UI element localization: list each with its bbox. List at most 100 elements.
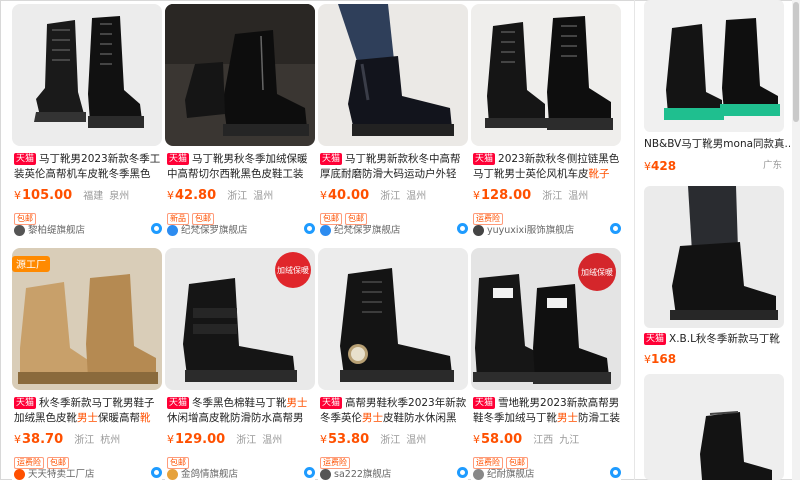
price-value: 40.00	[328, 188, 370, 203]
product-card[interactable]: 天猫 高帮男鞋秋季2023年新款冬季英伦男士皮鞋防水休闲黑 ¥53.80 浙江 温州…	[318, 248, 468, 480]
wangwang-chat-icon[interactable]	[304, 467, 315, 478]
scrollbar-thumb[interactable]	[793, 2, 799, 122]
service-tags: 运费险	[473, 206, 506, 225]
title-text: 休闲增高皮靴防滑防水高帮男	[167, 412, 304, 424]
boot-photo-black-lace	[12, 4, 162, 146]
product-title[interactable]: 天猫 秋冬季新款马丁靴男鞋子加绒黑色皮靴男士保暖高帮靴	[14, 396, 162, 426]
side-product-image[interactable]	[644, 186, 784, 328]
shop-name[interactable]: 金鸽情旗舰店	[181, 466, 238, 480]
wangwang-chat-icon[interactable]	[610, 467, 621, 478]
product-card[interactable]: 加绒保暖 天猫 雪地靴男2023新款高帮男鞋冬季加绒马丁靴男士防滑工装 ¥58.0…	[471, 248, 621, 480]
side-price: ¥168	[644, 352, 676, 366]
price-value: 128.00	[481, 188, 532, 203]
product-card[interactable]: 天猫 马丁靴男新款秋冬中高帮厚底耐磨防滑大码运动户外轻 ¥40.00 浙江 温州 包…	[318, 4, 468, 240]
side-price: ¥428	[644, 159, 676, 173]
price-value: 58.00	[481, 432, 523, 447]
price-value: 53.80	[328, 432, 370, 447]
shop-name[interactable]: 纪梵保罗旗舰店	[181, 222, 248, 236]
product-title[interactable]: 天猫 马丁靴男新款秋冬中高帮厚底耐磨防滑大码运动户外轻	[320, 152, 468, 182]
product-image[interactable]	[318, 4, 468, 146]
side-location: 广东	[762, 160, 782, 171]
shop-name[interactable]: 黎柏缇旗舰店	[28, 222, 85, 236]
wangwang-chat-icon[interactable]	[304, 223, 315, 234]
currency-symbol: ¥	[644, 160, 651, 173]
shop-row[interactable]: 纪耐旗舰店	[473, 466, 621, 480]
product-image[interactable]: 加绒保暖	[165, 248, 315, 390]
product-title[interactable]: 天猫 2023新款秋冬侧拉链黑色马丁靴男士英伦风机车皮靴子	[473, 152, 621, 182]
shop-name[interactable]: yuyuxixi服饰旗舰店	[487, 222, 574, 236]
wangwang-chat-icon[interactable]	[610, 223, 621, 234]
currency-symbol: ¥	[473, 433, 480, 446]
shop-row[interactable]: sa222旗舰店	[320, 466, 468, 480]
currency-symbol: ¥	[167, 189, 174, 202]
product-image[interactable]: 源工厂	[12, 248, 162, 390]
city: 九江	[559, 435, 580, 446]
boot-photo-chelsea-jeans	[318, 4, 468, 146]
product-title[interactable]: 天猫 冬季黑色棉鞋马丁靴男士休闲增高皮靴防滑防水高帮男	[167, 396, 315, 426]
product-card[interactable]: 源工厂 天猫 秋冬季新款马丁靴男鞋子加绒黑色皮靴男士保暖高帮靴 ¥38.70 浙江…	[12, 248, 162, 480]
price-row: ¥105.00 福建 泉州	[14, 184, 162, 203]
price: ¥38.70	[14, 432, 63, 447]
fleece-badge-text: 加绒保暖	[277, 265, 309, 275]
product-title[interactable]: 天猫 高帮男鞋秋季2023年新款冬季英伦男士皮鞋防水休闲黑	[320, 396, 468, 426]
shop-row[interactable]: 纪梵保罗旗舰店	[320, 222, 468, 236]
product-image[interactable]	[318, 248, 468, 390]
wangwang-chat-icon[interactable]	[457, 467, 468, 478]
side-product-image[interactable]	[644, 0, 784, 132]
side-price-row: ¥168	[644, 348, 784, 366]
price-row: ¥40.00 浙江 温州	[320, 184, 468, 203]
city: 温州	[253, 191, 274, 202]
product-image[interactable]	[471, 4, 621, 146]
title-keyword: 靴子	[588, 168, 610, 180]
price-value: 42.80	[175, 188, 217, 203]
tmall-badge: 天猫	[14, 397, 37, 409]
wangwang-chat-icon[interactable]	[457, 223, 468, 234]
shop-row[interactable]: yuyuxixi服饰旗舰店	[473, 222, 621, 236]
shop-row[interactable]: 黎柏缇旗舰店	[14, 222, 162, 236]
shop-name[interactable]: sa222旗舰店	[334, 466, 391, 480]
wangwang-chat-icon[interactable]	[151, 467, 162, 478]
tmall-badge: 天猫	[167, 153, 190, 165]
price-value: 129.00	[175, 432, 226, 447]
price-value: 168	[651, 352, 677, 366]
price-row: ¥129.00 浙江 温州	[167, 428, 315, 447]
product-image[interactable]: 加绒保暖	[471, 248, 621, 390]
price-row: ¥38.70 浙江 杭州	[14, 428, 162, 447]
currency-symbol: ¥	[320, 433, 327, 446]
side-product-title[interactable]: 天猫 X.B.L秋冬季新款马丁靴	[644, 332, 790, 346]
product-title[interactable]: 天猫 马丁靴男秋冬季加绒保暖中高帮切尔西靴黑色皮鞋工装	[167, 152, 315, 182]
product-image[interactable]	[12, 4, 162, 146]
side-product-image[interactable]	[644, 374, 784, 480]
shop-name[interactable]: 纪梵保罗旗舰店	[334, 222, 401, 236]
side-product-title[interactable]: NB&BV马丁靴男mona同款真...	[644, 137, 790, 151]
shop-name[interactable]: 纪耐旗舰店	[487, 466, 535, 480]
product-card[interactable]: 加绒保暖 天猫 冬季黑色棉鞋马丁靴男士休闲增高皮靴防滑防水高帮男 ¥129.00 …	[165, 248, 315, 480]
title-keyword: 靴	[140, 412, 151, 424]
price-row: ¥128.00 浙江 温州	[473, 184, 621, 203]
shop-row[interactable]: 金鸽情旗舰店	[167, 466, 315, 480]
shop-row[interactable]: 纪梵保罗旗舰店	[167, 222, 315, 236]
wangwang-chat-icon[interactable]	[151, 223, 162, 234]
boot-photo-chelsea-trousers	[644, 186, 784, 328]
tmall-badge: 天猫	[14, 153, 37, 165]
price: ¥128.00	[473, 188, 531, 203]
product-card[interactable]: 天猫 马丁靴男2023新款冬季工装英伦高帮机车皮靴冬季黑色 ¥105.00 福建泉…	[12, 4, 162, 240]
product-title[interactable]: 天猫 马丁靴男2023新款冬季工装英伦高帮机车皮靴冬季黑色	[14, 152, 162, 182]
title-text: 冬季黑色棉鞋马丁靴	[192, 397, 287, 409]
price-row: ¥53.80 浙江 温州	[320, 428, 468, 447]
title-keyword: 男士	[286, 397, 308, 409]
location: 福建 泉州	[83, 191, 129, 202]
tmall-badge: 天猫	[473, 397, 496, 409]
currency-symbol: ¥	[14, 189, 21, 202]
product-title[interactable]: 天猫 雪地靴男2023新款高帮男鞋冬季加绒马丁靴男士防滑工装	[473, 396, 621, 426]
boot-photo-tan-pair: 源工厂	[12, 248, 162, 390]
shop-name[interactable]: 天天特卖工厂店	[28, 466, 95, 480]
product-card[interactable]: 天猫 马丁靴男秋冬季加绒保暖中高帮切尔西靴黑色皮鞋工装 ¥42.80 浙江 温州 新…	[165, 4, 315, 240]
price-row: ¥42.80 浙江 温州	[167, 184, 315, 203]
product-card[interactable]: 天猫 2023新款秋冬侧拉链黑色马丁靴男士英伦风机车皮靴子 ¥128.00 浙江温…	[471, 4, 621, 240]
product-image[interactable]	[165, 4, 315, 146]
shop-logo-icon	[14, 225, 25, 236]
location: 浙江 温州	[380, 191, 426, 202]
shop-row[interactable]: 天天特卖工厂店	[14, 466, 162, 480]
page-scrollbar[interactable]	[792, 0, 800, 480]
